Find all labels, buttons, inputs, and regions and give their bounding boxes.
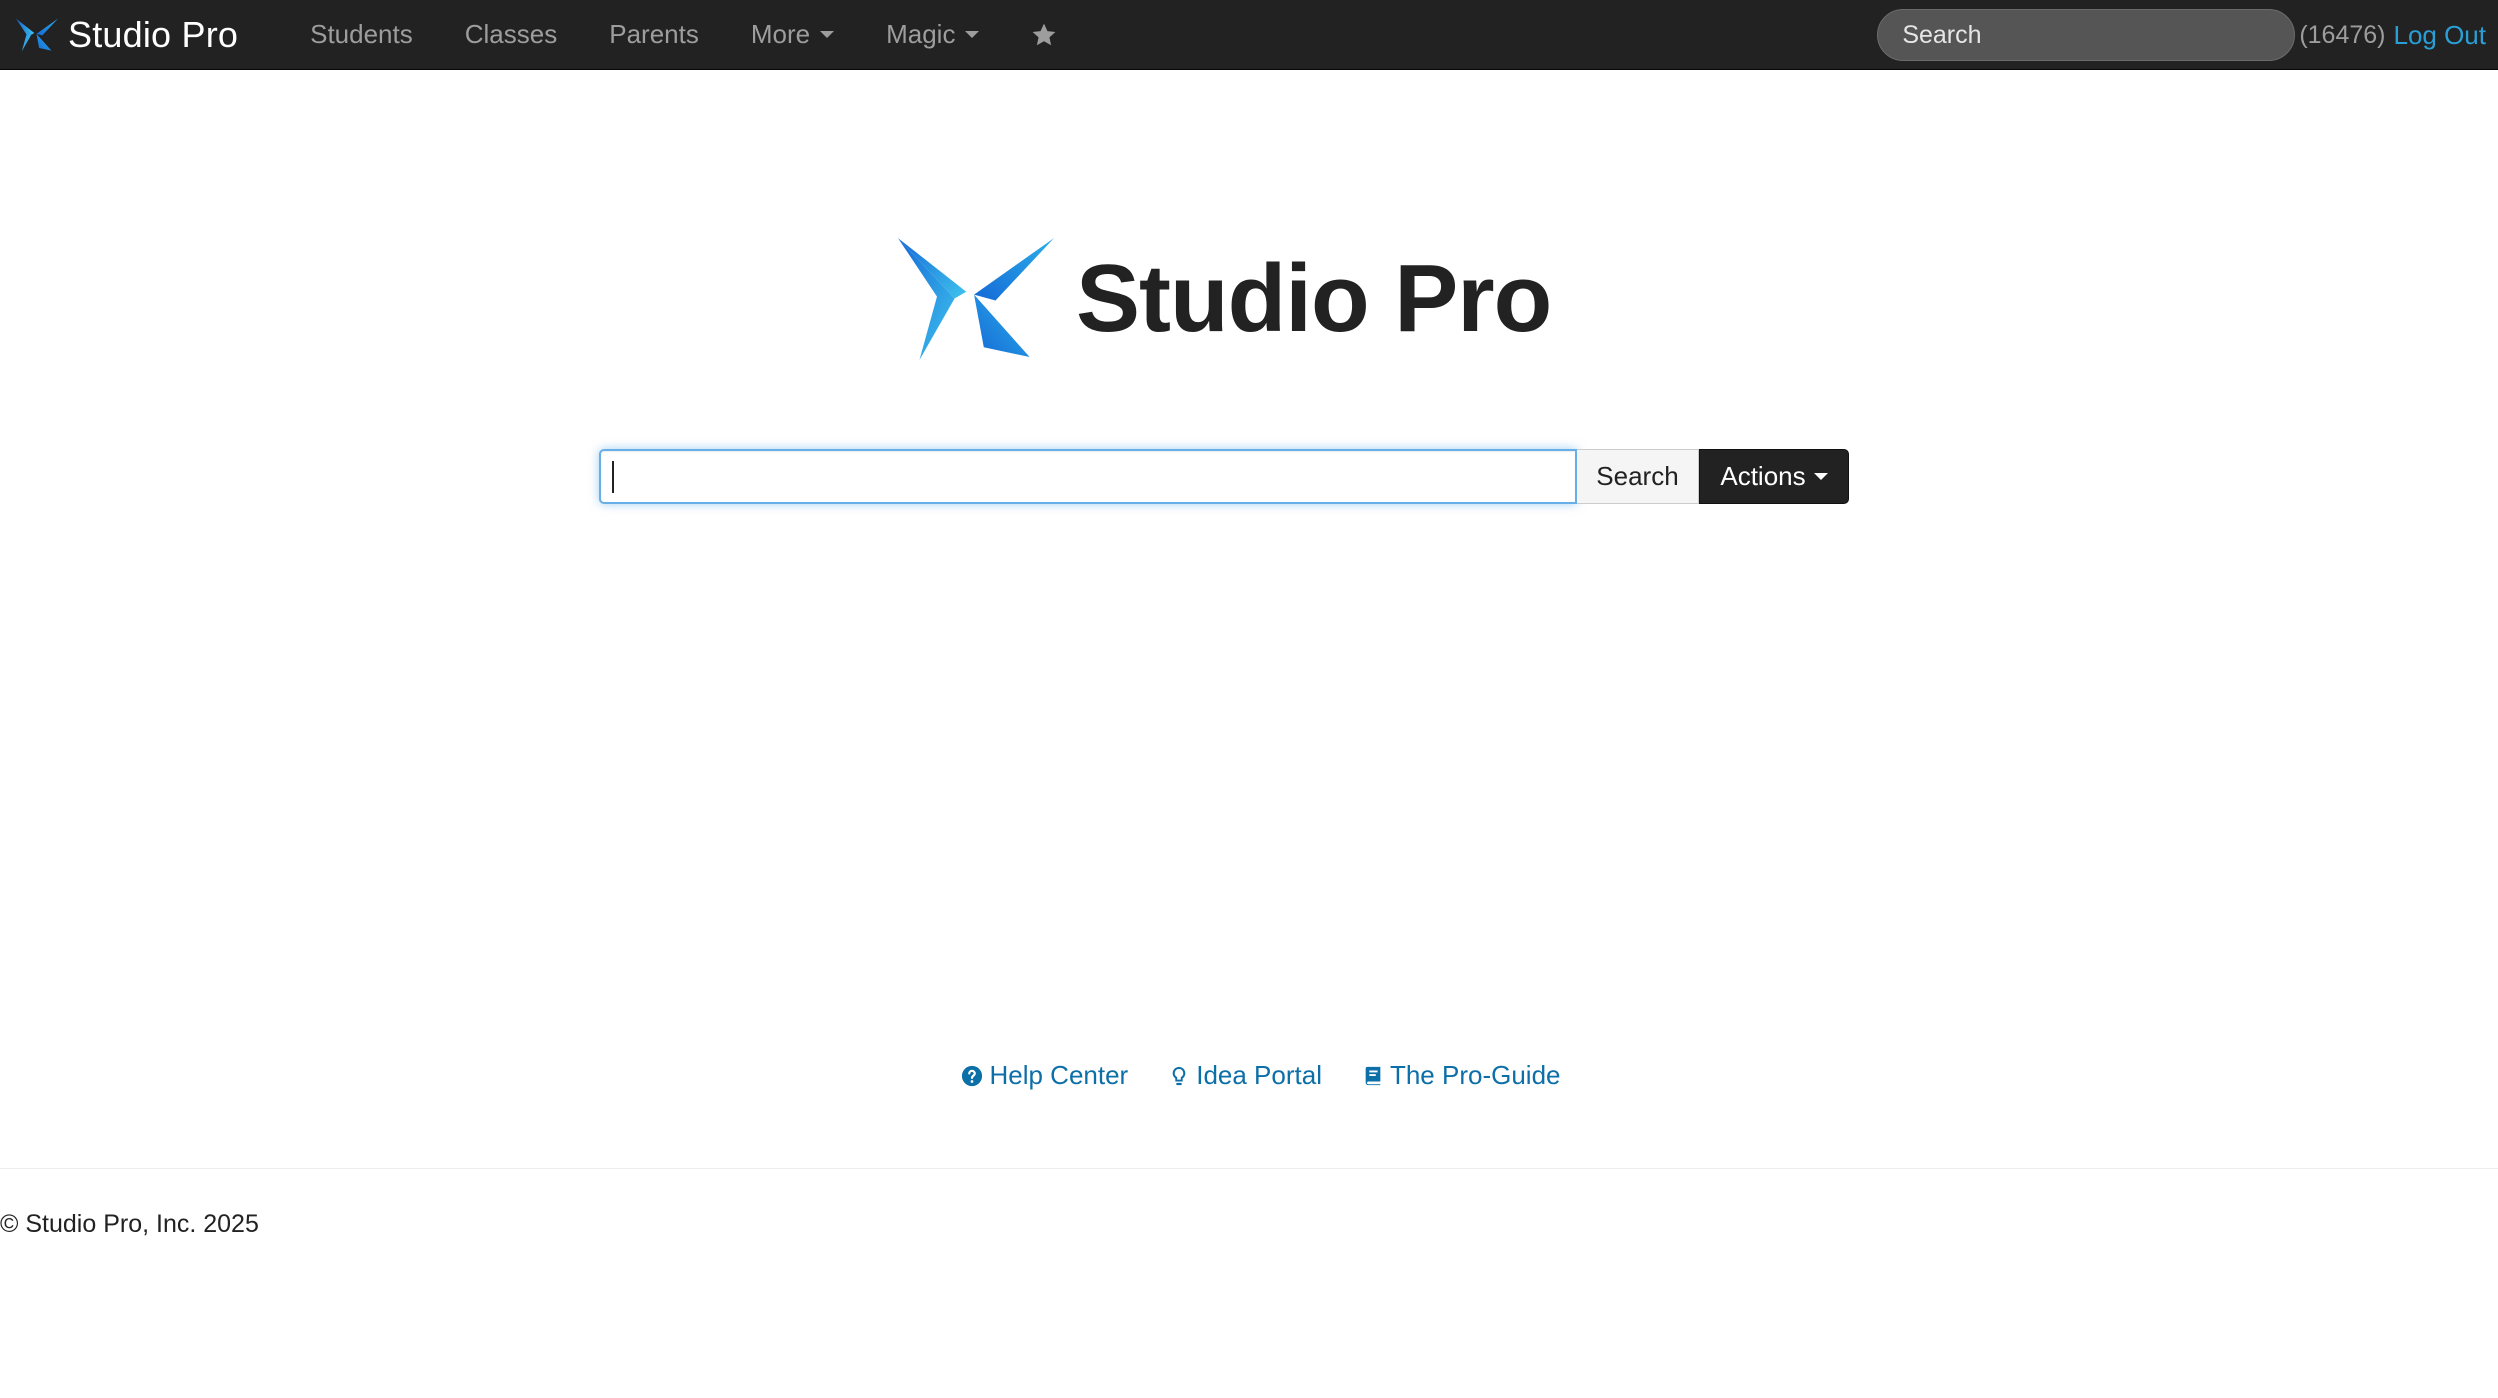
nav-parents-label: Parents [609,19,699,49]
pro-guide-label: The Pro-Guide [1389,1060,1561,1090]
footer-divider [0,1168,2498,1169]
nav-magic-label: Magic [886,19,956,49]
nav-magic-dropdown[interactable]: Magic [860,0,1005,70]
hero-logo: Studio Pro [898,238,1552,360]
nav-favorites[interactable] [1005,0,1083,70]
studio-pro-logo-icon [898,238,1054,360]
text-cursor [612,461,614,493]
main-search-input[interactable] [599,449,1577,504]
lightbulb-icon [1172,1066,1186,1085]
nav-classes[interactable]: Classes [439,0,583,70]
top-navbar: Studio Pro Students Classes Parents More… [0,0,2498,70]
pro-guide-link[interactable]: The Pro-Guide [1362,1060,1561,1091]
user-id: (16476) [2299,20,2386,49]
navbar-search-input[interactable] [1877,9,2296,61]
search-button[interactable]: Search [1577,449,1699,504]
caret-down-icon [965,31,980,38]
nav-more-dropdown[interactable]: More [725,0,860,70]
logout-link[interactable]: Log Out [2393,20,2486,51]
nav-parents[interactable]: Parents [583,0,725,70]
book-icon [1365,1066,1381,1085]
nav-more-label: More [750,19,811,49]
nav-students-label: Students [310,19,413,49]
star-icon [1033,23,1056,45]
question-circle-icon [962,1065,983,1086]
hero-title: Studio Pro [1076,245,1552,352]
nav-students[interactable]: Students [284,0,439,70]
main-search-group: Search Actions [599,449,1849,504]
actions-label: Actions [1720,461,1806,491]
studio-pro-logo-icon [16,18,58,51]
nav-classes-label: Classes [464,19,558,49]
navbar-right: (16476) Log Out [1877,0,2486,70]
idea-portal-label: Idea Portal [1196,1060,1322,1090]
copyright-text: © Studio Pro, Inc. 2025 [0,1210,259,1238]
brand-name: Studio Pro [68,13,239,55]
actions-dropdown-button[interactable]: Actions [1699,449,1849,504]
caret-down-icon [1813,473,1828,480]
footer-links: Help Center Idea Portal The Pro-Guide [0,1060,2498,1091]
caret-down-icon [820,31,835,38]
idea-portal-link[interactable]: Idea Portal [1168,1060,1322,1091]
help-center-link[interactable]: Help Center [961,1060,1128,1091]
navbar-brand[interactable]: Studio Pro [0,0,284,70]
help-center-label: Help Center [989,1060,1129,1090]
